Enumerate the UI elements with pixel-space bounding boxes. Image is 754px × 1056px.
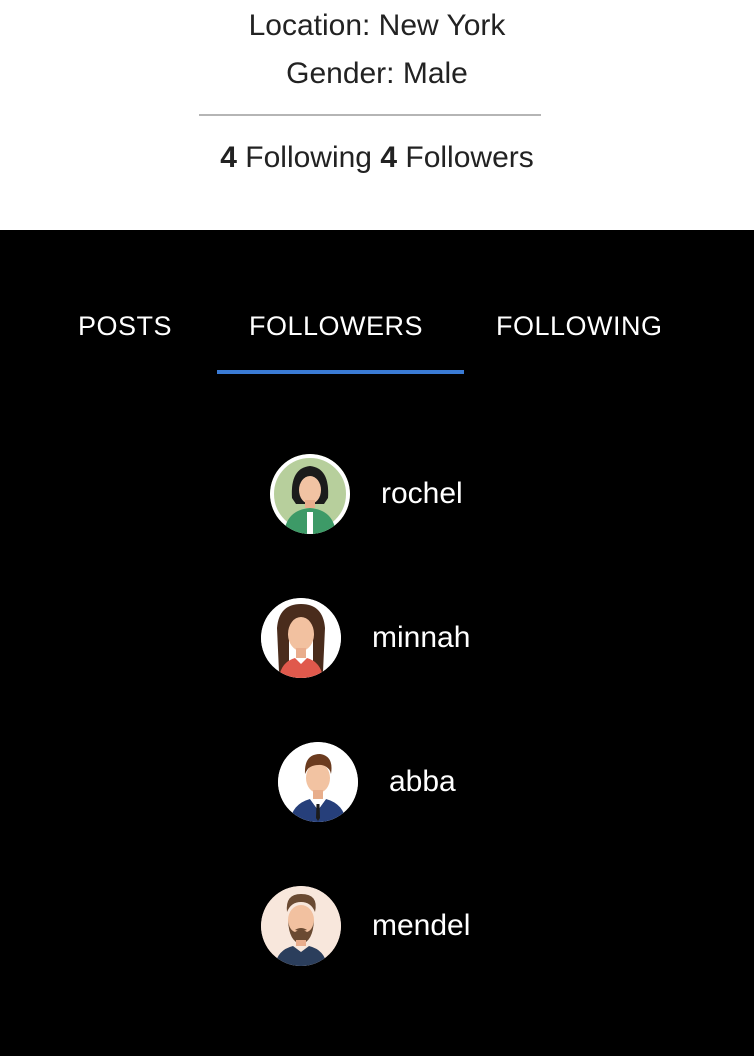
follower-item-rochel[interactable]: rochel — [270, 454, 480, 536]
follower-item-abba[interactable]: abba — [278, 742, 478, 824]
follower-username[interactable]: mendel — [372, 908, 470, 944]
follower-item-minnah[interactable]: minnah — [261, 598, 491, 680]
active-tab-indicator — [217, 370, 464, 374]
follower-username[interactable]: abba — [389, 764, 456, 800]
profile-tabs: POSTS FOLLOWERS FOLLOWING — [0, 290, 754, 376]
following-count: 4 — [220, 141, 237, 174]
tab-posts[interactable]: POSTS — [78, 310, 172, 342]
followers-count: 4 — [380, 141, 398, 174]
divider — [199, 114, 541, 116]
tab-followers[interactable]: FOLLOWERS — [249, 310, 423, 342]
location-text: Location: New York — [248, 9, 506, 42]
gender-text: Gender: Male — [286, 57, 468, 90]
man-suit-avatar-icon[interactable] — [278, 742, 358, 822]
profile-info: Location: New York Gender: Male 4 Follow… — [0, 0, 754, 230]
woman-green-shirt-avatar-icon[interactable] — [270, 454, 350, 534]
following-label[interactable]: Following — [245, 141, 372, 174]
bearded-man-avatar-icon[interactable] — [261, 886, 341, 966]
follower-username[interactable]: minnah — [372, 620, 470, 656]
follower-username[interactable]: rochel — [381, 476, 463, 512]
follower-item-mendel[interactable]: mendel — [261, 886, 491, 968]
followers-label[interactable]: Followers — [405, 141, 533, 174]
follow-counts: 4 Following 4 Followers — [0, 141, 754, 175]
tab-following[interactable]: FOLLOWING — [496, 310, 663, 342]
woman-long-hair-avatar-icon[interactable] — [261, 598, 341, 678]
